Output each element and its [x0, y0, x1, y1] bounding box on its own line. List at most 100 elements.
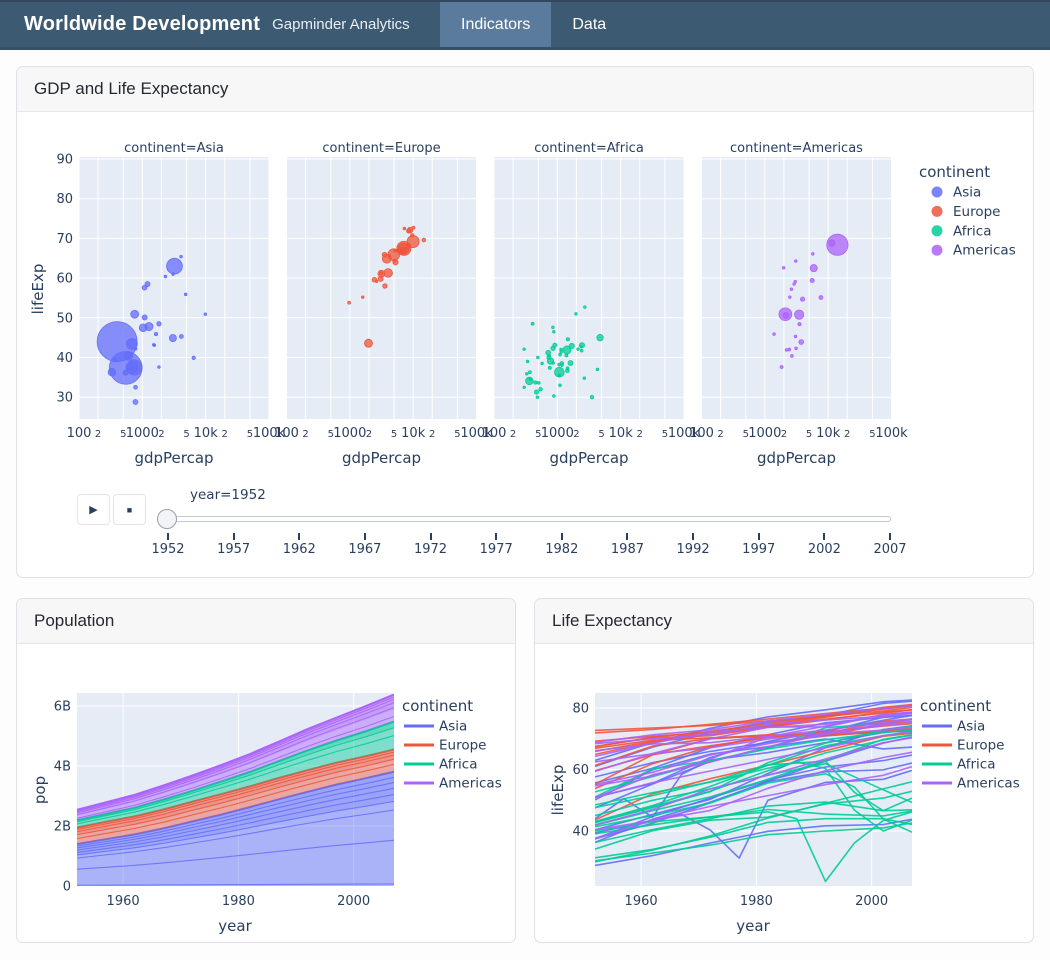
scatter-point[interactable] [167, 258, 183, 274]
legend-item-africa[interactable]: Africa [932, 223, 992, 239]
scatter-point[interactable] [133, 400, 138, 405]
plot-background[interactable] [79, 157, 269, 419]
scatter-point[interactable] [584, 306, 587, 309]
plot-background[interactable] [702, 157, 892, 419]
scatter-point[interactable] [788, 348, 791, 351]
legend-item-europe[interactable]: Europe [932, 204, 1001, 220]
scatter-point[interactable] [590, 395, 593, 398]
scatter-point[interactable] [124, 352, 133, 361]
scatter-point[interactable] [810, 265, 817, 272]
scatter-point[interactable] [566, 338, 569, 341]
scatter-point[interactable] [164, 275, 167, 278]
legend-item-asia[interactable]: Asia [404, 719, 467, 735]
legend-item-africa[interactable]: Africa [404, 757, 478, 773]
stop-button[interactable]: ■ [113, 494, 146, 525]
scatter-point[interactable] [560, 364, 563, 367]
scatter-point[interactable] [525, 372, 528, 375]
scatter-point[interactable] [810, 278, 814, 282]
scatter-point[interactable] [528, 371, 531, 374]
scatter-point[interactable] [800, 297, 804, 301]
scatter-point[interactable] [384, 269, 393, 278]
scatter-point[interactable] [139, 324, 147, 332]
legend-item-americas[interactable]: Americas [932, 243, 1016, 259]
scatter-point[interactable] [142, 285, 147, 290]
scatter-point[interactable] [375, 280, 378, 283]
scatter-point[interactable] [782, 266, 785, 269]
scatter-point[interactable] [794, 260, 797, 263]
scatter-point[interactable] [204, 313, 207, 316]
scatter-point[interactable] [553, 330, 556, 333]
scatter-point[interactable] [134, 347, 137, 350]
scatter-point[interactable] [548, 366, 551, 369]
year-slider-rail[interactable] [167, 516, 891, 522]
legend-item-europe[interactable]: Europe [404, 738, 486, 754]
scatter-point[interactable] [536, 396, 539, 399]
scatter-point[interactable] [794, 310, 803, 319]
legend-item-asia[interactable]: Asia [932, 185, 982, 201]
scatter-point[interactable] [539, 387, 543, 391]
scatter-point[interactable] [412, 226, 415, 229]
scatter-point[interactable] [361, 296, 364, 299]
scatter-point[interactable] [773, 333, 776, 336]
scatter-point[interactable] [534, 381, 537, 384]
scatter-point[interactable] [131, 310, 139, 318]
scatter-point[interactable] [134, 385, 138, 389]
scatter-point[interactable] [794, 280, 797, 283]
scatter-point[interactable] [580, 349, 583, 352]
scatter-point[interactable] [383, 284, 387, 288]
scatter-point[interactable] [108, 368, 116, 376]
scatter-point[interactable] [811, 253, 814, 256]
scatter-point[interactable] [537, 382, 540, 385]
scatter-point[interactable] [403, 227, 406, 230]
scatter-point[interactable] [157, 322, 161, 326]
scatter-point[interactable] [580, 345, 583, 348]
plot-background[interactable] [287, 157, 477, 419]
scatter-point[interactable] [123, 370, 128, 375]
scatter-point[interactable] [828, 240, 835, 247]
scatter-point[interactable] [378, 276, 383, 281]
scatter-point[interactable] [583, 377, 586, 380]
legend-item-americas[interactable]: Americas [922, 776, 1020, 792]
scatter-point[interactable] [169, 335, 176, 342]
scatter-point[interactable] [575, 313, 578, 316]
scatter-point[interactable] [407, 229, 412, 234]
scatter-point[interactable] [422, 238, 426, 242]
scatter-point[interactable] [113, 358, 117, 362]
legend-item-americas[interactable]: Americas [404, 776, 502, 792]
scatter-point[interactable] [790, 288, 793, 291]
legend-item-europe[interactable]: Europe [922, 738, 1004, 754]
scatter-point[interactable] [411, 233, 415, 237]
scatter-point[interactable] [789, 296, 792, 299]
scatter-point[interactable] [596, 368, 599, 371]
scatter-point[interactable] [379, 272, 382, 275]
legend-item-asia[interactable]: Asia [922, 719, 985, 735]
life-expectancy-chart[interactable]: 406080196019802000lifeExpyearcontinentAs… [535, 643, 1035, 944]
scatter-point[interactable] [552, 326, 555, 329]
scatter-point[interactable] [406, 244, 411, 249]
scatter-point[interactable] [529, 378, 532, 381]
year-slider-handle[interactable] [157, 509, 177, 529]
tab-indicators[interactable]: Indicators [440, 2, 551, 47]
scatter-point[interactable] [523, 386, 526, 389]
scatter-point[interactable] [523, 348, 526, 351]
scatter-point[interactable] [534, 390, 538, 394]
scatter-point[interactable] [142, 315, 147, 320]
scatter-point[interactable] [548, 354, 551, 357]
scatter-point[interactable] [153, 344, 156, 347]
scatter-point[interactable] [799, 340, 804, 345]
scatter-point[interactable] [798, 323, 801, 326]
scatter-point[interactable] [794, 335, 797, 338]
scatter-point[interactable] [559, 384, 562, 387]
scatter-point[interactable] [270, 294, 273, 297]
scatter-point[interactable] [393, 259, 396, 262]
scatter-point[interactable] [566, 367, 569, 370]
scatter-point[interactable] [553, 343, 557, 347]
scatter-point[interactable] [559, 353, 562, 356]
scatter-point[interactable] [558, 363, 561, 366]
scatter-point[interactable] [560, 351, 563, 354]
scatter-point[interactable] [154, 332, 157, 335]
scatter-point[interactable] [526, 360, 529, 363]
scatter-point[interactable] [795, 347, 798, 350]
scatter-point[interactable] [553, 395, 556, 398]
scatter-point[interactable] [819, 296, 823, 300]
